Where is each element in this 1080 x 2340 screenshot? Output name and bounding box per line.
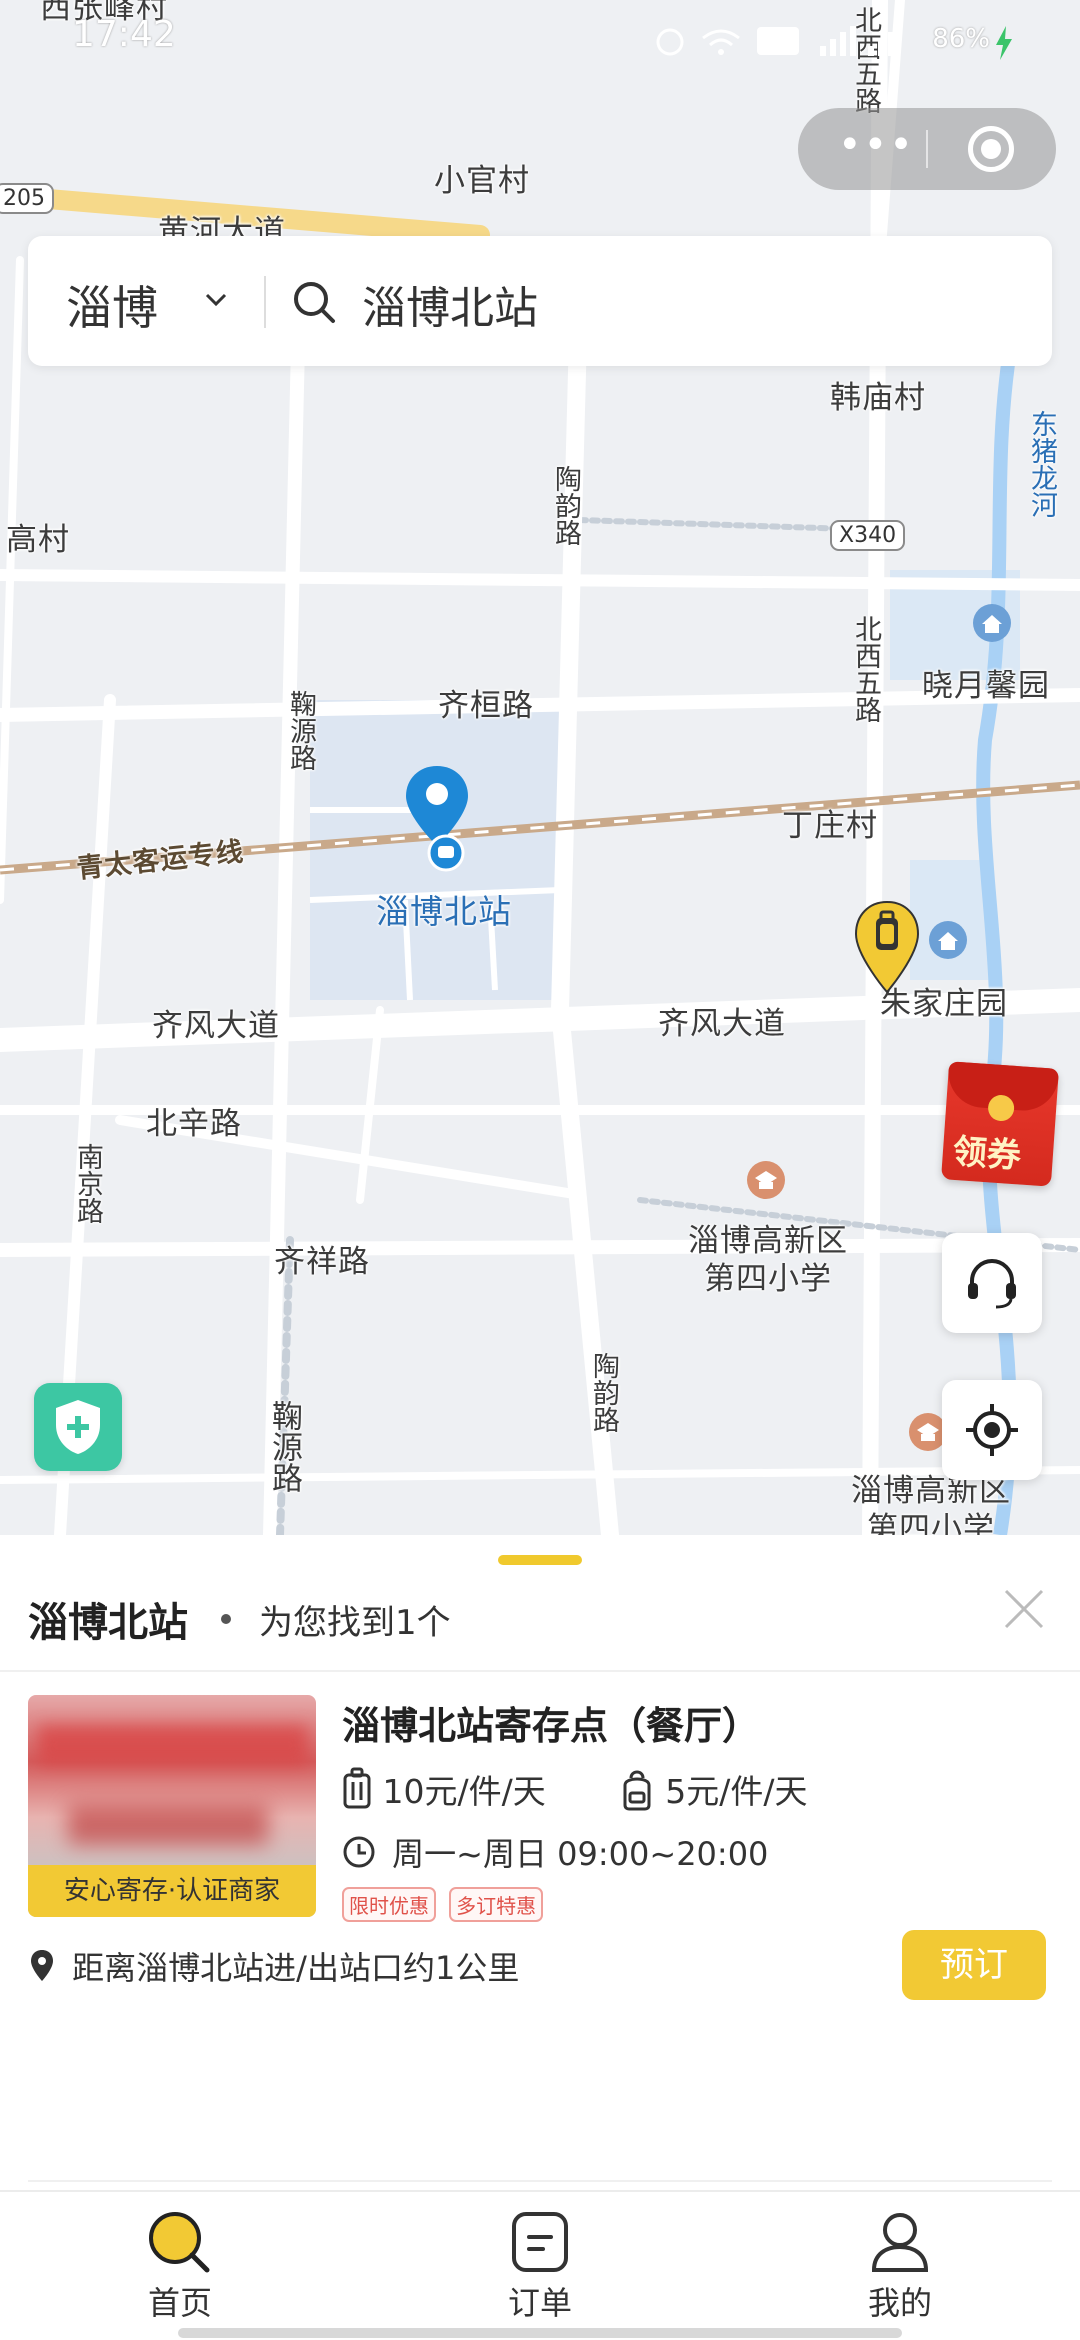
status-time: 17:42 bbox=[72, 14, 176, 55]
map-label-xiaoyue: 晓月馨园 bbox=[922, 668, 1050, 704]
signal-icon bbox=[820, 26, 894, 56]
map-label-station: 淄博北站 bbox=[376, 892, 512, 931]
storage-point-card[interactable]: 安心寄存·认证商家 淄博北站寄存点（餐厅） 10元/件/天 5元/件/天 周一~… bbox=[0, 1695, 1080, 2182]
search-icon bbox=[294, 282, 335, 323]
shield-icon bbox=[56, 1400, 100, 1454]
map-label-qixiang: 齐祥路 bbox=[274, 1244, 370, 1280]
photo-blur bbox=[68, 1805, 268, 1845]
promo-tags: 限时优惠 多订特惠 bbox=[342, 1887, 551, 1922]
residence-icon-2 bbox=[929, 921, 967, 959]
map-label-qihuan: 齐桓路 bbox=[438, 688, 534, 724]
headset-icon bbox=[968, 1259, 1016, 1309]
map-label-dingzhuang: 丁庄村 bbox=[782, 808, 878, 844]
chevron-down-icon[interactable] bbox=[204, 288, 228, 312]
tab-orders[interactable]: 订单 bbox=[460, 2210, 620, 2330]
map-label-nanjing: 南京路 bbox=[72, 1143, 103, 1224]
station-location-pin-icon[interactable] bbox=[404, 764, 470, 874]
exit-miniprogram-icon[interactable] bbox=[968, 126, 1014, 172]
results-sheet[interactable]: 淄博北站 为您找到1个 安心寄存·认证商家 淄博北站寄存点（餐厅） 10元/件/… bbox=[0, 1535, 1080, 2190]
map-label-qifeng-west: 齐风大道 bbox=[152, 1008, 280, 1044]
coupon-button[interactable]: 领券 bbox=[941, 1061, 1059, 1187]
tab-orders-label: 订单 bbox=[507, 2284, 572, 2322]
coupon-label: 领券 bbox=[951, 1131, 1023, 1177]
residence-icon bbox=[973, 604, 1011, 642]
search-icon bbox=[149, 2212, 210, 2273]
divider bbox=[28, 2180, 1052, 2182]
map-label-taoyun-north: 陶韵路 bbox=[550, 465, 581, 546]
hd-icon bbox=[757, 27, 799, 55]
order-icon bbox=[512, 2212, 568, 2272]
promo-tag: 多订特惠 bbox=[449, 1887, 544, 1922]
search-input[interactable]: 淄博北站 bbox=[362, 272, 538, 336]
map-label-qifeng-east: 齐风大道 bbox=[658, 1006, 786, 1042]
distance-row: 距离淄博北站进/出站口约1公里 bbox=[30, 1943, 519, 1989]
sheet-drag-handle[interactable] bbox=[498, 1555, 582, 1565]
capsule-divider bbox=[926, 130, 928, 168]
separator-dot bbox=[221, 1614, 231, 1624]
map-label-taoyun-south: 陶韵路 bbox=[588, 1352, 619, 1433]
result-station-name: 淄博北站 bbox=[28, 1600, 188, 1646]
envelope-seal-icon bbox=[987, 1094, 1015, 1122]
promo-tag: 限时优惠 bbox=[342, 1887, 436, 1922]
tab-mine[interactable]: 我的 bbox=[820, 2210, 980, 2330]
location-pin-icon bbox=[31, 1950, 53, 1981]
distance-text: 距离淄博北站进/出站口约1公里 bbox=[72, 1949, 520, 1987]
opening-hours-row: 周一~周日 09:00~20:00 bbox=[342, 1829, 768, 1875]
price-bag: 5元/件/天 bbox=[665, 1772, 808, 1811]
more-icon[interactable]: ••• bbox=[838, 122, 915, 168]
road-badge-x340: X340 bbox=[830, 520, 906, 551]
crosshair-icon bbox=[966, 1404, 1018, 1456]
city-selector[interactable]: 淄博 bbox=[66, 272, 158, 338]
locate-me-button[interactable] bbox=[942, 1380, 1042, 1480]
price-luggage: 10元/件/天 bbox=[382, 1772, 546, 1811]
map-label-hanmiao: 韩庙村 bbox=[830, 380, 926, 416]
tab-mine-label: 我的 bbox=[867, 2284, 932, 2322]
result-count: 为您找到1个 bbox=[259, 1603, 451, 1643]
status-bar: 17:42 86% bbox=[0, 0, 1080, 80]
tab-home-label: 首页 bbox=[147, 2284, 212, 2322]
map-label-juyuan-north: 鞠源路 bbox=[285, 690, 316, 771]
map-label-beixi-north: 北西五路 bbox=[850, 615, 881, 723]
map-label-dongzhu-river: 东猪龙河 bbox=[1026, 410, 1057, 518]
alarm-icon bbox=[656, 28, 684, 56]
charging-icon bbox=[996, 26, 1012, 60]
book-button[interactable]: 预订 bbox=[902, 1930, 1046, 2000]
clock-icon bbox=[343, 1836, 375, 1868]
search-divider bbox=[264, 276, 266, 328]
wifi-icon bbox=[702, 29, 740, 55]
map-label-school: 淄博高新区第四小学 bbox=[688, 1223, 848, 1297]
home-indicator[interactable] bbox=[178, 2328, 902, 2338]
road-badge-205: 205 bbox=[0, 183, 54, 214]
battery-level: 86% bbox=[932, 24, 990, 54]
school-icon bbox=[747, 1161, 785, 1199]
luggage-icon bbox=[343, 1767, 371, 1809]
close-icon[interactable] bbox=[1000, 1585, 1048, 1633]
price-row: 10元/件/天 5元/件/天 bbox=[342, 1765, 807, 1813]
opening-hours: 周一~周日 09:00~20:00 bbox=[392, 1835, 769, 1873]
search-bar[interactable]: 淄博 淄博北站 bbox=[28, 236, 1052, 366]
store-name[interactable]: 淄博北站寄存点（餐厅） bbox=[342, 1695, 760, 1750]
map-label-xiaoguan: 小官村 bbox=[434, 163, 530, 199]
backpack-icon bbox=[623, 1770, 651, 1811]
map-label-gao: 高村 bbox=[6, 522, 70, 558]
tab-bar: 首页 订单 我的 bbox=[0, 2190, 1080, 2340]
user-icon bbox=[871, 2213, 929, 2272]
miniprogram-capsule[interactable]: ••• bbox=[798, 108, 1056, 190]
map-label-beixin: 北辛路 bbox=[146, 1106, 242, 1142]
tab-home[interactable]: 首页 bbox=[100, 2210, 260, 2330]
photo-blur bbox=[38, 1725, 308, 1765]
divider bbox=[0, 1670, 1080, 1672]
storage-point-pin-icon[interactable] bbox=[854, 900, 920, 996]
map-label-juyuan-south: 鞠源路 bbox=[266, 1400, 302, 1493]
safety-shield-button[interactable] bbox=[34, 1383, 122, 1471]
customer-service-button[interactable] bbox=[942, 1233, 1042, 1333]
certified-badge: 安心寄存·认证商家 bbox=[28, 1865, 316, 1917]
map-view[interactable]: 西张峰村 小官村 黄河大道 205 韩庙村 高村 陶韵路 北西五路 X340 东… bbox=[0, 0, 1080, 1535]
map-label-school-2: 淄博高新区第四小学 bbox=[851, 1473, 1011, 1535]
